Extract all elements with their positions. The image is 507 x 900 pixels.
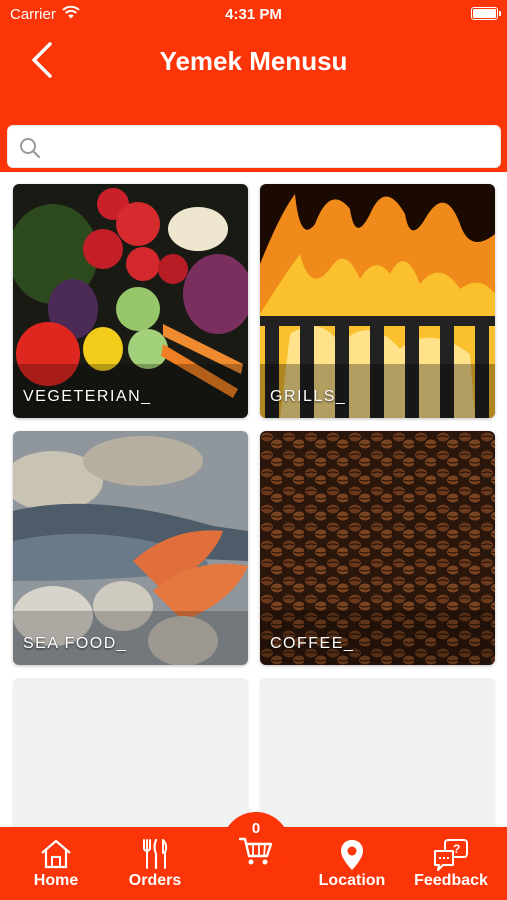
tab-feedback[interactable]: ? Feedback [406,827,496,900]
seafood-image [13,431,248,665]
tab-label: Feedback [414,872,488,889]
feedback-chat-icon: ? [434,839,468,871]
tab-label: Location [318,872,386,889]
header-bar: Carrier 4:31 PM Yemek Menusu [0,0,507,172]
status-bar: Carrier 4:31 PM [0,0,507,28]
search-icon [20,138,41,159]
battery-icon [471,7,501,20]
clock-text: 4:31 PM [225,6,282,23]
cart-count-badge: 0 [251,820,261,837]
category-label: SEA FOOD_ [23,635,128,652]
tab-location[interactable]: Location [307,827,397,900]
cutlery-icon [143,839,168,869]
coffee-beans-image [260,431,495,665]
shopping-cart-icon [239,837,273,865]
tab-orders[interactable]: Orders [110,827,200,900]
category-label: VEGETERIAN_ [23,388,152,405]
tab-home[interactable]: Home [11,827,101,900]
svg-text:?: ? [453,842,460,856]
category-card-placeholder[interactable] [13,678,248,828]
search-input[interactable] [50,132,490,162]
category-card-grills[interactable]: GRILLS_ [260,184,495,418]
grill-flames-image [260,184,495,418]
tab-label: Home [33,872,79,889]
category-label: COFFEE_ [270,635,355,652]
vegetables-image [13,184,248,418]
home-icon [41,839,71,869]
search-bar[interactable] [7,125,501,168]
category-card-vegetarian[interactable]: VEGETERIAN_ [13,184,248,418]
category-card-placeholder[interactable] [260,678,495,828]
tab-label: Orders [128,872,182,889]
cart-button[interactable]: 0 [222,812,290,880]
category-card-coffee[interactable]: COFFEE_ [260,431,495,665]
page-title: Yemek Menusu [159,46,348,76]
location-pin-icon [341,840,363,870]
category-label: GRILLS_ [270,388,347,405]
category-card-seafood[interactable]: SEA FOOD_ [13,431,248,665]
